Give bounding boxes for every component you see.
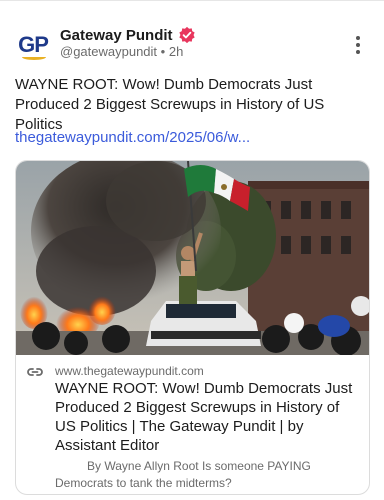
more-dot	[356, 50, 360, 54]
card-domain: www.thegatewaypundit.com	[55, 364, 204, 378]
more-dot	[356, 43, 360, 47]
author-row: Gateway Pundit	[60, 25, 196, 45]
post-text: WAYNE ROOT: Wow! Dumb Democrats Just Pro…	[15, 76, 325, 133]
verified-badge-icon	[178, 26, 195, 44]
post-header: GP Gateway Pundit @gatewaypundit • 2h	[0, 22, 384, 66]
post-time[interactable]: 2h	[169, 44, 183, 59]
post-link[interactable]: thegatewaypundit.com/2025/06/w...	[15, 128, 370, 148]
card-image[interactable]	[16, 161, 369, 355]
avatar[interactable]: GP	[16, 28, 50, 62]
handle-row: @gatewaypundit • 2h	[60, 44, 183, 59]
author-handle[interactable]: @gatewaypundit	[60, 44, 157, 59]
more-dot	[356, 36, 360, 40]
link-icon	[27, 368, 43, 376]
author-name[interactable]: Gateway Pundit	[60, 27, 173, 44]
top-divider	[0, 0, 384, 1]
link-preview-card[interactable]: www.thegatewaypundit.com WAYNE ROOT: Wow…	[15, 160, 370, 495]
meta-separator: •	[160, 44, 166, 59]
more-options-icon[interactable]	[350, 34, 366, 56]
card-body: www.thegatewaypundit.com WAYNE ROOT: Wow…	[16, 355, 369, 494]
card-title[interactable]: WAYNE ROOT: Wow! Dumb Democrats Just Pro…	[55, 379, 360, 455]
card-description: By Wayne Allyn Root Is someone PAYING De…	[55, 459, 311, 490]
avatar-swoosh	[22, 54, 46, 60]
protest-photo	[16, 161, 369, 355]
